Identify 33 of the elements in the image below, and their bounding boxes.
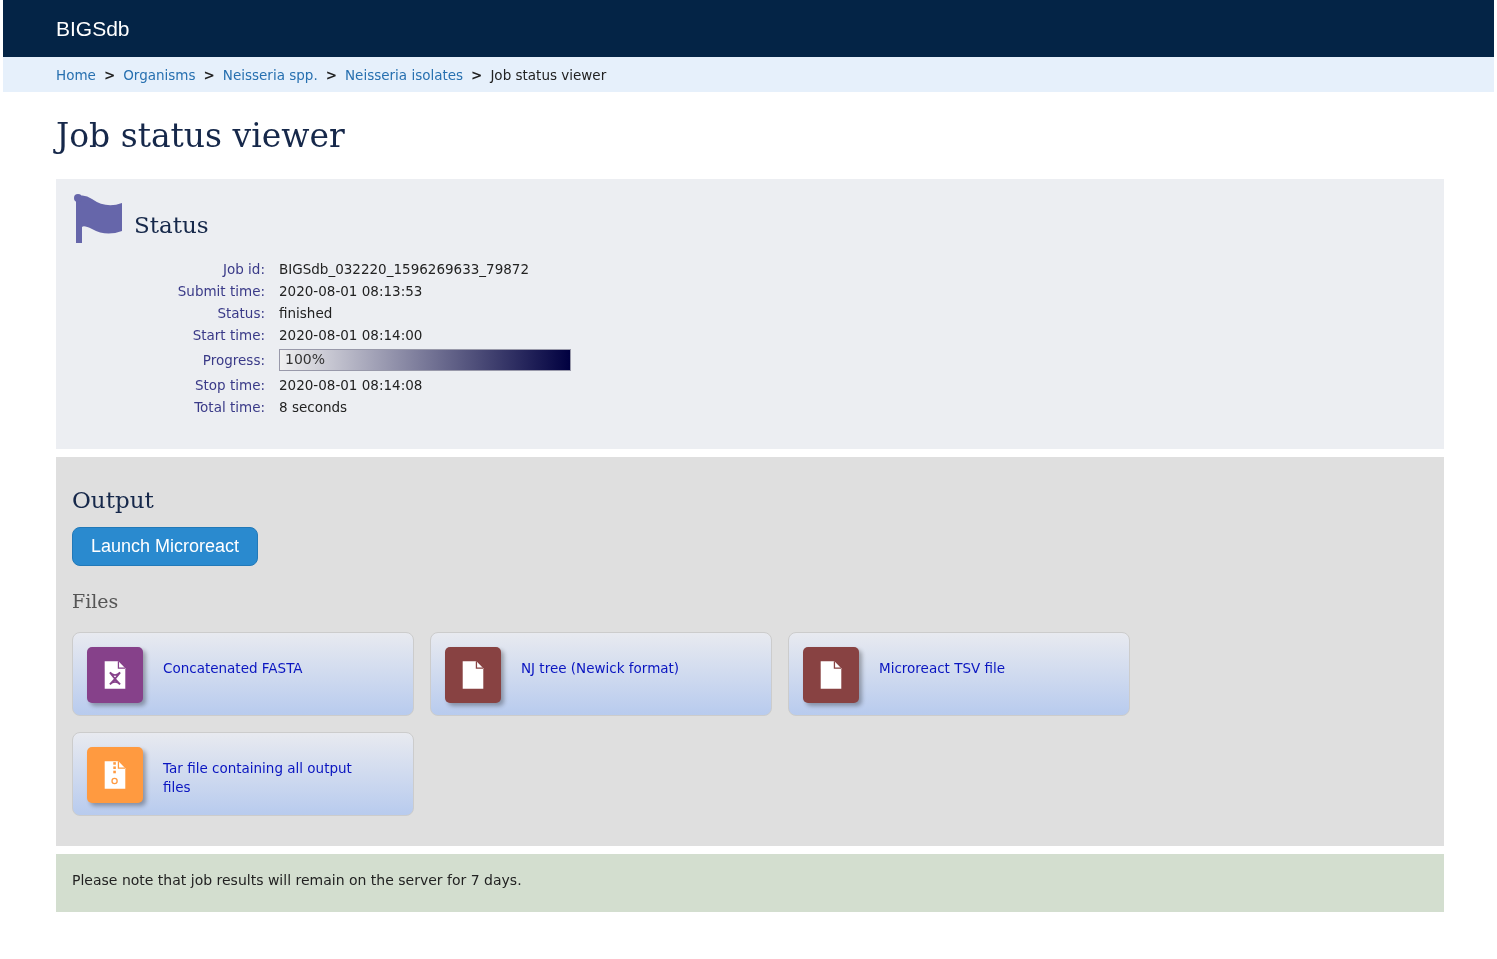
info-note: Please note that job results will remain on the server for 7 days. (56, 854, 1444, 912)
breadcrumb-separator: > (471, 66, 483, 83)
field-value: BIGSdb_032220_1596269633_79872 (279, 261, 530, 277)
file-link-card[interactable]: Tar file containing all output files (72, 732, 414, 816)
field-label: Submit time: (177, 283, 265, 299)
site-title: BIGSdb (56, 16, 130, 41)
breadcrumb-link[interactable]: Organisms (123, 66, 196, 83)
field-value: 2020-08-01 08:14:08 (279, 377, 423, 393)
breadcrumb-link[interactable]: Neisseria spp. (222, 66, 318, 83)
breadcrumb-separator: > (325, 66, 337, 83)
breadcrumb-link[interactable]: Home (56, 66, 96, 83)
field-label: Job id: (223, 261, 265, 277)
section-heading: Status (134, 212, 209, 238)
field-value: 2020-08-01 08:14:00 (279, 327, 423, 343)
field-label: Progress: (202, 352, 265, 368)
field-value: 2020-08-01 08:13:53 (279, 283, 423, 299)
breadcrumb-separator: > (103, 66, 116, 83)
file-link-card[interactable]: Microreact TSV file (788, 632, 1130, 716)
file-link-card[interactable]: NJ tree (Newick format) (430, 632, 772, 716)
files-heading: Files (72, 590, 120, 612)
field-label: Stop time: (194, 377, 265, 393)
file-link-card[interactable]: Concatenated FASTA (72, 632, 414, 716)
field-label: Start time: (192, 327, 265, 343)
breadcrumb-current: Job status viewer (490, 66, 607, 83)
field-value: finished (279, 305, 333, 321)
field-label: Total time: (194, 399, 265, 415)
field-label: Status: (217, 305, 265, 321)
section-heading: Output (72, 487, 155, 513)
breadcrumb-link[interactable]: Neisseria isolates (345, 66, 464, 83)
launch-button[interactable]: Launch Microreact (72, 527, 259, 566)
field-value: 8 seconds (279, 399, 348, 415)
breadcrumb-separator: > (203, 66, 215, 83)
progress-label: 100% (285, 351, 326, 367)
